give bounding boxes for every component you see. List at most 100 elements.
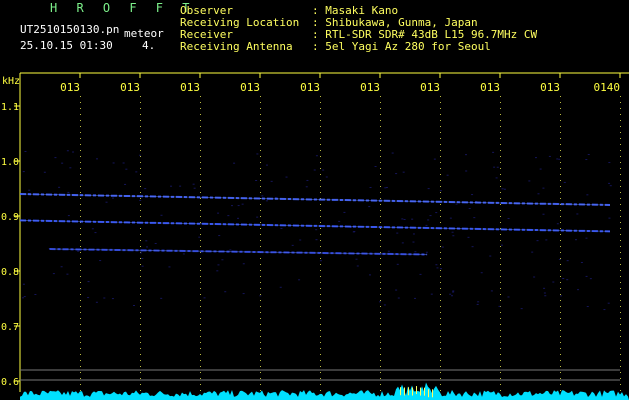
noise-dot: [139, 199, 142, 201]
noise-dot: [542, 213, 545, 215]
x-grid-dot: [620, 108, 621, 109]
x-grid-dot: [320, 132, 321, 133]
noise-dot: [338, 220, 341, 222]
noise-dot: [124, 183, 127, 185]
noise-dot: [455, 203, 458, 205]
x-grid-dot: [500, 330, 501, 331]
x-grid-dot: [560, 378, 561, 379]
x-grid-dot: [620, 330, 621, 331]
x-grid-dot: [140, 276, 141, 277]
noise-dot: [95, 301, 98, 303]
x-tick-label: 013: [540, 81, 560, 94]
x-grid-dot: [560, 258, 561, 259]
noise-dot: [96, 158, 99, 160]
noise-dot: [182, 253, 185, 255]
x-grid-dot: [260, 126, 261, 127]
y-tick-label: 0.6: [1, 377, 19, 388]
x-grid-dot: [620, 282, 621, 283]
x-grid-dot: [140, 300, 141, 301]
noise-dot: [94, 232, 97, 234]
x-grid-dot: [260, 132, 261, 133]
noise-dot: [315, 229, 318, 231]
x-grid-dot: [500, 336, 501, 337]
x-grid-dot: [560, 342, 561, 343]
x-grid-dot: [560, 324, 561, 325]
x-grid-dot: [320, 228, 321, 229]
x-grid-dot: [500, 210, 501, 211]
x-grid-dot: [200, 228, 201, 229]
x-grid-dot: [80, 96, 81, 97]
x-grid-dot: [500, 348, 501, 349]
x-grid-dot: [140, 366, 141, 367]
noise-dot: [489, 255, 492, 257]
x-grid-dot: [80, 204, 81, 205]
noise-dot: [490, 290, 493, 292]
x-grid-dot: [140, 378, 141, 379]
x-grid-dot: [440, 120, 441, 121]
x-grid-dot: [200, 102, 201, 103]
x-grid-dot: [260, 138, 261, 139]
x-grid-dot: [80, 348, 81, 349]
noise-dot: [203, 297, 206, 299]
x-grid-dot: [440, 270, 441, 271]
x-grid-dot: [80, 228, 81, 229]
x-grid-dot: [500, 108, 501, 109]
noise-dot: [556, 223, 559, 225]
x-grid-dot: [260, 234, 261, 235]
x-grid-dot: [380, 270, 381, 271]
noise-dot: [66, 150, 69, 152]
x-grid-dot: [200, 354, 201, 355]
x-grid-dot: [260, 102, 261, 103]
x-grid-dot: [80, 138, 81, 139]
noise-dot: [168, 266, 171, 268]
x-tick-label: 013: [420, 81, 440, 94]
x-grid-dot: [80, 330, 81, 331]
x-grid-dot: [560, 126, 561, 127]
x-grid-dot: [440, 174, 441, 175]
x-grid-dot: [380, 336, 381, 337]
x-grid-dot: [320, 378, 321, 379]
noise-dot: [72, 151, 75, 153]
spectrum-peak: [428, 389, 429, 398]
noise-dot: [242, 293, 245, 295]
noise-dot: [608, 162, 611, 164]
x-grid-dot: [80, 270, 81, 271]
noise-dot: [427, 219, 430, 221]
spectrum-peak: [404, 387, 405, 396]
x-grid-dot: [320, 288, 321, 289]
noise-dot: [261, 195, 264, 197]
noise-dot: [396, 263, 399, 265]
x-grid-dot: [140, 150, 141, 151]
x-grid-dot: [200, 324, 201, 325]
x-grid-dot: [320, 270, 321, 271]
x-grid-dot: [620, 252, 621, 253]
x-grid-dot: [320, 306, 321, 307]
x-grid-dot: [440, 132, 441, 133]
noise-dot: [299, 239, 302, 241]
y-unit-label: kHz: [2, 76, 20, 87]
x-grid-dot: [440, 96, 441, 97]
x-grid-dot: [440, 198, 441, 199]
noise-dot: [383, 304, 386, 306]
noise-dot: [585, 159, 588, 161]
x-grid-dot: [560, 222, 561, 223]
x-grid-dot: [500, 132, 501, 133]
x-grid-dot: [80, 192, 81, 193]
x-grid-dot: [380, 192, 381, 193]
noise-dot: [66, 273, 69, 275]
x-grid-dot: [620, 312, 621, 313]
x-grid-dot: [80, 240, 81, 241]
x-grid-dot: [620, 270, 621, 271]
spectrum-peak: [412, 387, 413, 396]
x-grid-dot: [500, 288, 501, 289]
x-grid-dot: [260, 294, 261, 295]
x-grid-dot: [620, 390, 621, 391]
noise-dot: [125, 168, 128, 170]
noise-dot: [270, 180, 273, 182]
x-grid-dot: [320, 174, 321, 175]
noise-dot: [558, 158, 561, 160]
x-grid-dot: [80, 156, 81, 157]
x-grid-dot: [380, 390, 381, 391]
noise-dot: [425, 224, 428, 226]
x-grid-dot: [320, 360, 321, 361]
